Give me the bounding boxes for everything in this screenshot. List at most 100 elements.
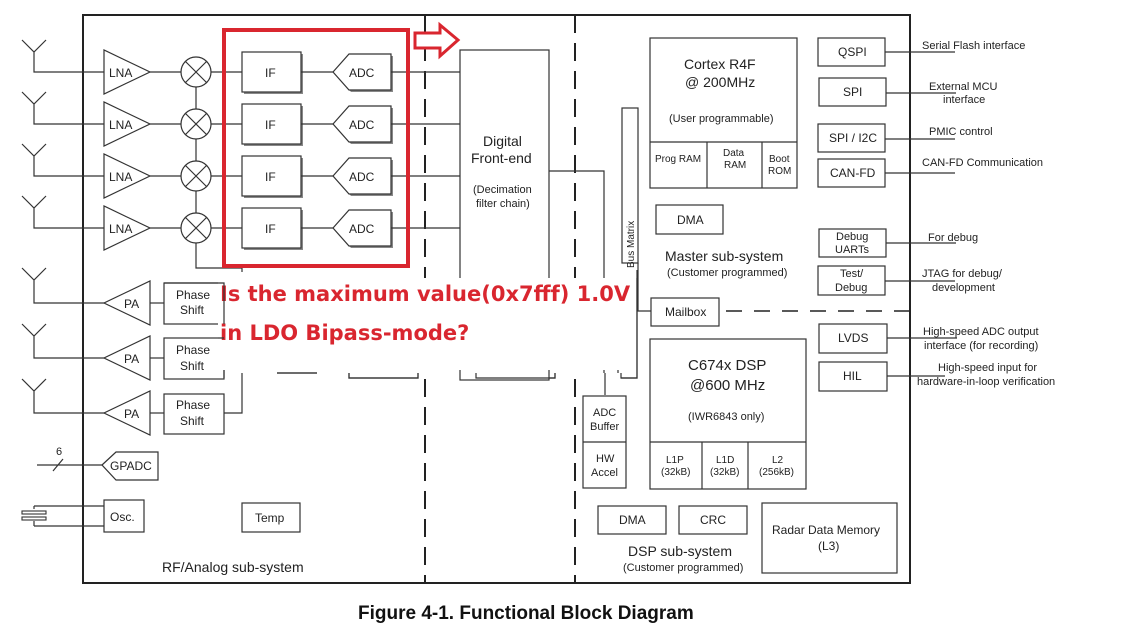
mailbox-label: Mailbox <box>665 305 706 319</box>
prog-ram-label: Prog RAM <box>655 154 701 165</box>
adc-buffer-label: ADC <box>593 407 616 419</box>
lna-label: LNA <box>109 222 132 236</box>
antenna-icon <box>21 323 104 359</box>
rx-chain: LNA IF ADC <box>21 195 460 251</box>
rx-chain: LNA IF ADC <box>21 39 460 95</box>
dsp-subsystem-title: DSP sub-system <box>628 543 732 559</box>
dfe-sub-line1: (Decimation <box>473 184 532 196</box>
cpu-freq: @ 200MHz <box>685 74 755 90</box>
lna-label: LNA <box>109 118 132 132</box>
bus-matrix-label: Bus Matrix <box>626 221 637 268</box>
if-label: IF <box>265 170 276 184</box>
l1d-label: L1D <box>716 455 734 466</box>
if-label: IF <box>265 222 276 236</box>
dsp-subtitle: (IWR6843 only) <box>688 411 764 423</box>
phase-shift-label: Phase <box>176 398 210 412</box>
antenna-icon <box>21 143 105 177</box>
peripheral-desc: High-speed input for <box>938 362 1037 374</box>
antenna-icon <box>21 378 104 414</box>
pa-label: PA <box>124 407 139 421</box>
adc-label: ADC <box>349 118 375 132</box>
lvds-label: LVDS <box>838 331 868 345</box>
adc-label: ADC <box>349 66 375 80</box>
boot-rom-label: ROM <box>768 166 791 177</box>
antenna-icon <box>21 91 105 125</box>
test-debug-label: Debug <box>835 282 867 294</box>
can-fd-label: CAN-FD <box>830 166 876 180</box>
peripheral-desc: JTAG for debug/ <box>922 268 1003 280</box>
tx-chain: PA Phase Shift <box>21 323 225 381</box>
peripheral-desc: For debug <box>928 232 978 244</box>
data-ram-label: Data <box>723 148 745 159</box>
rx-chain: LNA IF ADC <box>21 91 460 147</box>
annotation-line1: Is the maximum value(0x7fff) 1.0V <box>220 282 631 306</box>
rx-chain: LNA IF ADC <box>21 143 460 199</box>
hw-accel-label: HW <box>596 453 615 465</box>
osc-label: Osc. <box>110 510 135 524</box>
phase-shift-label: Shift <box>180 359 205 373</box>
adc-label: ADC <box>349 170 375 184</box>
peripheral-desc: High-speed ADC output <box>923 326 1039 338</box>
figure-caption: Figure 4-1. Functional Block Diagram <box>358 603 694 624</box>
crc-label: CRC <box>700 513 726 527</box>
dsp-name: C674x DSP <box>688 357 766 374</box>
antenna-icon <box>21 195 105 229</box>
if-label: IF <box>265 66 276 80</box>
peripheral-desc: PMIC control <box>929 126 993 138</box>
l1p-label: L1P <box>666 455 684 466</box>
dsp-dma-label: DMA <box>619 513 646 527</box>
cpu-subtitle: (User programmable) <box>669 113 774 125</box>
master-subsystem-subtitle: (Customer programmed) <box>667 267 787 279</box>
adc-buffer-label: Buffer <box>590 421 619 433</box>
rx-chains: LNA IF ADC LNA IF ADC LNA IF ADC LNA IF … <box>21 39 460 272</box>
tx-chain: PA Phase Shift <box>21 267 225 326</box>
dfe-title-line1: Digital <box>483 133 522 149</box>
radar-memory-label: Radar Data Memory <box>772 523 880 537</box>
gpadc-bus-width: 6 <box>56 446 62 458</box>
radar-data-memory-block <box>761 502 898 574</box>
l2-size: (256kB) <box>759 467 794 478</box>
peripheral-desc: Serial Flash interface <box>922 40 1025 52</box>
master-subsystem-title: Master sub-system <box>665 248 783 264</box>
if-label: IF <box>265 118 276 132</box>
pa-label: PA <box>124 352 139 366</box>
test-debug-label: Test/ <box>840 268 864 280</box>
rf-subsystem-title: RF/Analog sub-system <box>162 559 304 575</box>
master-dma-label: DMA <box>677 213 704 227</box>
phase-shift-label: Phase <box>176 288 210 302</box>
peripheral-desc: External MCU <box>929 81 998 93</box>
peripheral-desc: hardware-in-loop verification <box>917 376 1055 388</box>
cpu-name: Cortex R4F <box>684 56 756 72</box>
peripheral-desc: interface <box>943 94 985 106</box>
phase-shift-label: Shift <box>180 414 205 428</box>
l2-label: L2 <box>772 455 784 466</box>
lna-label: LNA <box>109 66 132 80</box>
spi-label: SPI <box>843 85 862 99</box>
dfe-sub-line2: filter chain) <box>476 198 530 210</box>
debug-uarts-label: UARTs <box>835 244 870 256</box>
l1p-size: (32kB) <box>661 467 690 478</box>
radar-memory-sub: (L3) <box>818 539 839 553</box>
dfe-title-line2: Front-end <box>471 150 532 166</box>
phase-shift-label: Shift <box>180 303 205 317</box>
gpadc-label: GPADC <box>110 459 152 473</box>
boot-rom-label: Boot <box>769 154 790 165</box>
annotation-line2: in LDO Bipass-mode? <box>220 321 469 345</box>
qspi-label: QSPI <box>838 45 867 59</box>
highlight-arrow-icon <box>413 21 461 60</box>
lna-label: LNA <box>109 170 132 184</box>
debug-uarts-label: Debug <box>836 231 868 243</box>
hil-label: HIL <box>843 369 862 383</box>
data-ram-label: RAM <box>724 160 746 171</box>
l1d-size: (32kB) <box>710 467 739 478</box>
hw-accel-label: Accel <box>591 467 618 479</box>
adc-label: ADC <box>349 222 375 236</box>
peripheral-desc: CAN-FD Communication <box>922 157 1043 169</box>
dsp-freq: @600 MHz <box>690 377 765 394</box>
crystal-icon <box>21 505 104 527</box>
gpadc-bus <box>37 458 104 472</box>
temp-label: Temp <box>255 511 285 525</box>
peripheral-desc: development <box>932 282 995 294</box>
antenna-icon <box>21 267 104 304</box>
antenna-icon <box>21 39 105 73</box>
